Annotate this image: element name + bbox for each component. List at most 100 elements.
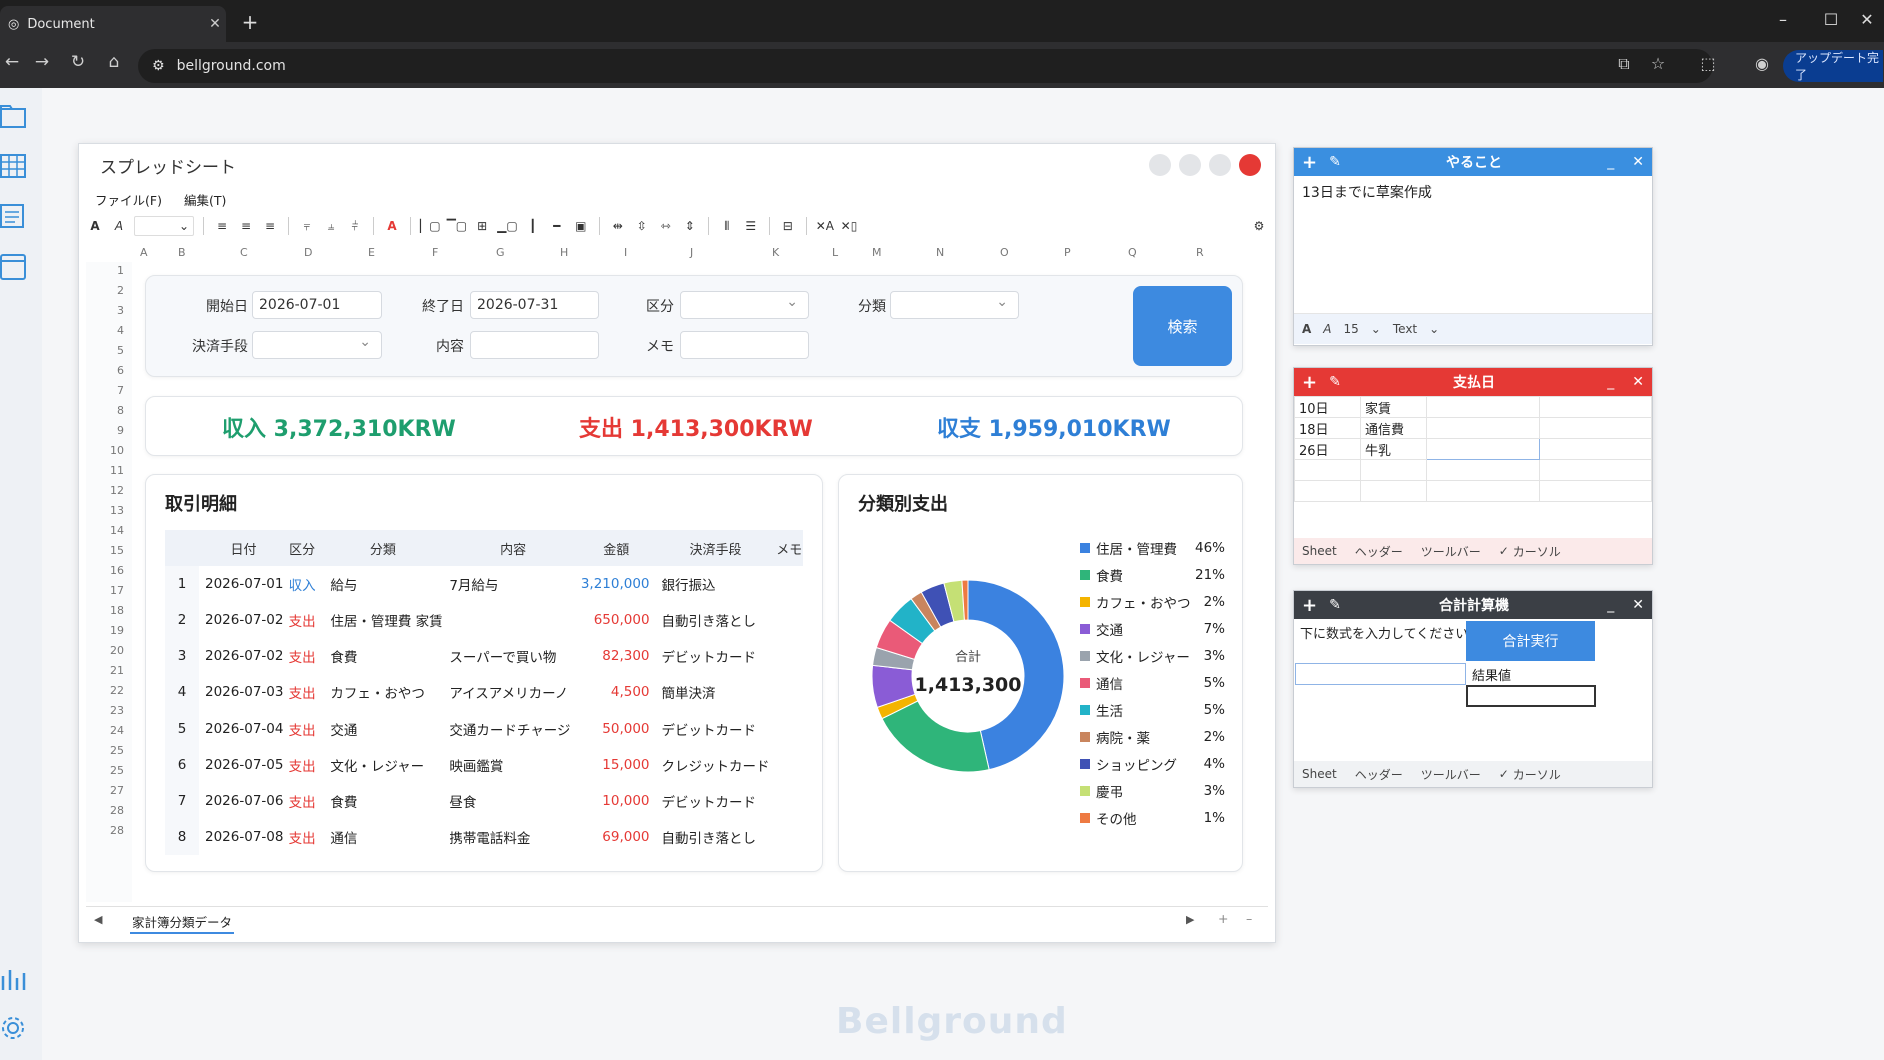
column-header[interactable]: L <box>832 246 838 259</box>
class-select[interactable] <box>890 291 1019 319</box>
end-date-input[interactable]: 2026-07-31 <box>470 291 599 319</box>
table-row[interactable]: 5 2026-07-04 支出 交通 交通カードチャージ 50,000 デビットカード <box>165 710 803 747</box>
row-header[interactable]: 1 <box>117 264 124 277</box>
sheet-settings-icon[interactable]: ⚙ <box>1250 216 1268 236</box>
extensions-icon[interactable]: ⬚ <box>1696 54 1720 73</box>
add-sheet-icon[interactable]: + <box>1218 911 1228 926</box>
font-type-select[interactable]: Text <box>1393 322 1417 336</box>
row-header[interactable]: 28 <box>110 804 124 817</box>
table-row[interactable]: 6 2026-07-05 支出 文化・レジャー 映画鑑賞 15,000 クレジットカード <box>165 746 803 783</box>
row-header[interactable]: 22 <box>110 684 124 697</box>
close-icon[interactable]: ✕ <box>1632 597 1644 613</box>
window-close-button[interactable] <box>1239 154 1261 176</box>
merge-rows-icon[interactable]: ☰ <box>742 216 760 236</box>
grid-cell[interactable] <box>1294 459 1361 481</box>
grid-cell[interactable] <box>1360 480 1427 502</box>
minimize-icon[interactable]: _ <box>1607 374 1614 390</box>
row-header[interactable]: 21 <box>110 664 124 677</box>
grid-cell[interactable] <box>1426 459 1540 481</box>
home-icon[interactable]: ⌂ <box>102 52 126 72</box>
table-row[interactable]: 4 2026-07-03 支出 カフェ・おやつ アイスアメリカーノ 4,500 簡単決済 <box>165 674 803 711</box>
forward-icon[interactable]: → <box>30 52 54 72</box>
row-header[interactable]: 8 <box>117 404 124 417</box>
content-input[interactable] <box>470 331 599 359</box>
grid-cell[interactable] <box>1538 438 1652 460</box>
row-header[interactable]: 25 <box>110 764 124 777</box>
font-size-select[interactable]: 15 <box>1344 322 1359 336</box>
border-top-icon[interactable]: ▔▢ <box>447 216 468 236</box>
grid-cell[interactable]: 26日 <box>1294 438 1361 460</box>
grid-cell[interactable]: 通信費 <box>1360 417 1427 439</box>
menu-edit[interactable]: 編集(T) <box>184 190 226 209</box>
merge-columns-icon[interactable]: ⫴ <box>718 216 736 236</box>
column-header[interactable]: E <box>368 246 375 259</box>
minimize-icon[interactable]: _ <box>1607 597 1614 613</box>
folder-icon[interactable] <box>0 103 30 133</box>
row-header[interactable]: 2 <box>117 284 124 297</box>
border-left-icon[interactable]: ▏▢ <box>420 216 441 236</box>
row-header[interactable]: 10 <box>110 444 124 457</box>
category-select[interactable] <box>680 291 809 319</box>
table-row[interactable]: 7 2026-07-06 支出 食費 昼食 10,000 デビットカード <box>165 782 803 819</box>
grid-cell[interactable] <box>1426 396 1540 418</box>
row-header[interactable]: 4 <box>117 324 124 337</box>
close-icon[interactable]: ✕ <box>1632 154 1644 170</box>
pencil-icon[interactable]: ✎ <box>1329 374 1341 390</box>
column-header[interactable]: D <box>304 246 312 259</box>
window-minimize-button[interactable] <box>1149 154 1171 176</box>
toolbar-toggle[interactable]: ツールバー <box>1421 766 1481 783</box>
clear-cell-icon[interactable]: ✕▯ <box>840 216 858 236</box>
italic-text-icon[interactable]: A <box>1323 322 1331 336</box>
window-icon[interactable] <box>0 253 30 283</box>
cursor-toggle[interactable]: カーソル <box>1513 766 1561 783</box>
merge-cells-icon[interactable]: ⊟ <box>779 216 797 236</box>
align-right-icon[interactable]: ≡ <box>261 216 279 236</box>
header-toggle[interactable]: ヘッダー <box>1355 543 1403 560</box>
italic-text-icon[interactable]: A <box>110 216 128 236</box>
grid-cell[interactable] <box>1538 459 1652 481</box>
column-header[interactable]: A <box>140 246 148 259</box>
grid-cell[interactable] <box>1426 417 1540 439</box>
valign-middle-icon[interactable]: ⫨ <box>322 216 340 236</box>
row-header[interactable]: 5 <box>117 344 124 357</box>
sheet-tab-active[interactable]: 家計簿分類データ <box>130 912 235 934</box>
table-icon[interactable] <box>0 153 30 183</box>
new-tab-button[interactable]: + <box>238 10 262 34</box>
add-icon[interactable]: + <box>1302 152 1317 173</box>
cursor-toggle[interactable]: カーソル <box>1513 543 1561 560</box>
row-header[interactable]: 27 <box>110 784 124 797</box>
gear-icon[interactable] <box>0 1014 30 1044</box>
close-icon[interactable]: ✕ <box>1632 374 1644 390</box>
grid-cell[interactable] <box>1294 480 1361 502</box>
back-icon[interactable]: ← <box>0 52 24 72</box>
update-button[interactable]: アップデート完了 <box>1783 50 1883 82</box>
border-outer-icon[interactable]: ▣ <box>572 216 590 236</box>
add-icon[interactable]: + <box>1302 595 1317 616</box>
checkmark-icon[interactable]: ✓ <box>1499 767 1509 781</box>
payment-select[interactable] <box>252 331 382 359</box>
clear-format-icon[interactable]: ✕A <box>816 216 834 236</box>
valign-bottom-icon[interactable]: ⫩ <box>346 216 364 236</box>
checkmark-icon[interactable]: ✓ <box>1499 544 1509 558</box>
pencil-icon[interactable]: ✎ <box>1329 597 1341 613</box>
row-header[interactable]: 12 <box>110 484 124 497</box>
align-left-icon[interactable]: ≡ <box>213 216 231 236</box>
row-header[interactable]: 19 <box>110 624 124 637</box>
maximize-window-icon[interactable]: ☐ <box>1816 10 1846 29</box>
column-header[interactable]: I <box>624 246 627 259</box>
row-header[interactable]: 17 <box>110 584 124 597</box>
row-header[interactable]: 16 <box>110 564 124 577</box>
column-header[interactable]: Q <box>1128 246 1137 259</box>
border-vertical-icon[interactable]: ┃ <box>524 216 542 236</box>
header-toggle[interactable]: ヘッダー <box>1355 766 1403 783</box>
grid-cell[interactable]: 10日 <box>1294 396 1361 418</box>
column-header[interactable]: H <box>560 246 568 259</box>
column-header[interactable]: J <box>690 246 693 259</box>
sheet-next-icon[interactable]: ▶ <box>1186 913 1194 926</box>
row-header[interactable]: 23 <box>110 704 124 717</box>
row-header[interactable]: 25 <box>110 744 124 757</box>
site-settings-icon[interactable]: ⚙ <box>152 58 165 74</box>
row-header[interactable]: 20 <box>110 644 124 657</box>
todo-text[interactable]: 13日までに草案作成 <box>1294 176 1652 314</box>
column-width-icon[interactable]: ⇹ <box>609 216 627 236</box>
